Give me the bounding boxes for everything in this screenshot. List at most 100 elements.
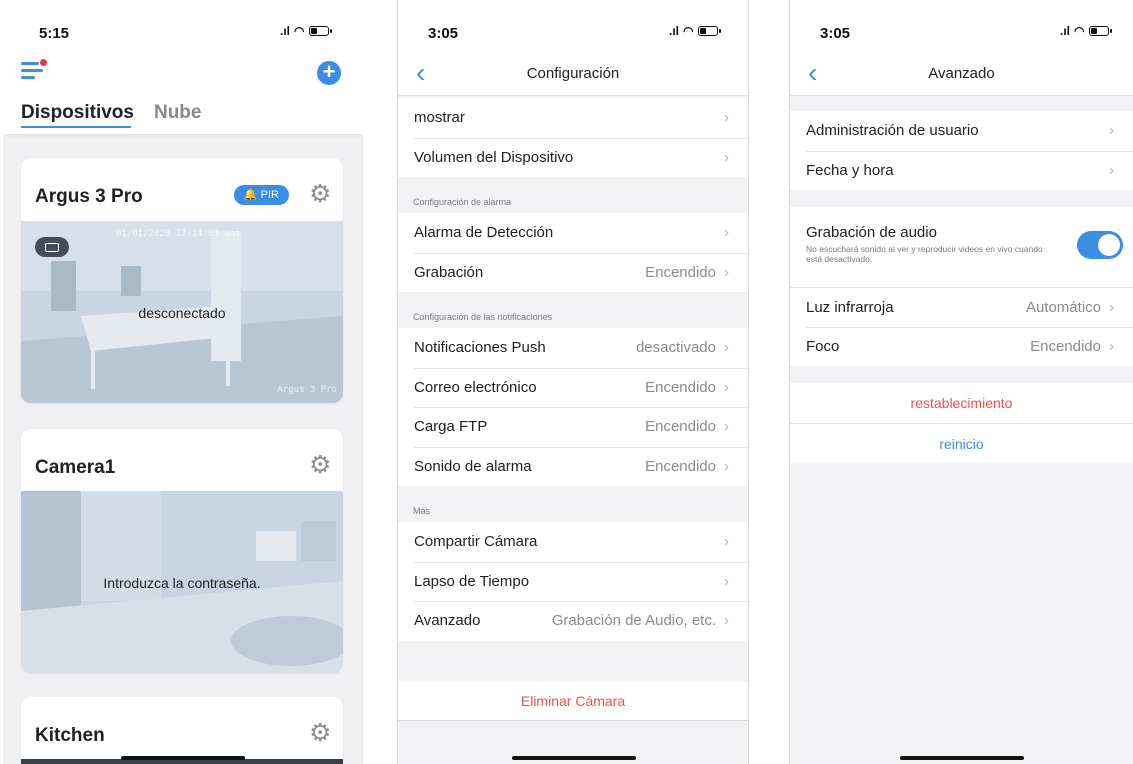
- status-time: 5:15: [39, 25, 70, 42]
- status-icons: .ıl ◠: [280, 24, 332, 38]
- gear-icon[interactable]: ⚙: [309, 182, 331, 207]
- signal-icon: .ıl: [280, 24, 291, 38]
- device-tabs: Dispositivos Nube: [21, 102, 201, 124]
- row-label: Fecha y hora: [806, 161, 894, 179]
- row-label: Carga FTP: [414, 418, 488, 436]
- advanced-screen: 3:05 .ıl ◠ ‹ Avanzado Administración de …: [789, 0, 1133, 764]
- status-icons: .ıl ◠: [1060, 24, 1112, 38]
- wifi-icon: ◠: [294, 24, 305, 38]
- row-label: Alarma de Detección: [414, 224, 554, 242]
- settings-row-share[interactable]: Compartir Cámara ›: [398, 522, 748, 562]
- settings-row-email[interactable]: Correo electrónico Encendido ›: [398, 367, 748, 407]
- chevron-right-icon: ›: [724, 224, 729, 242]
- settings-row-infrared[interactable]: Luz infrarroja Automático ›: [790, 287, 1133, 327]
- chevron-right-icon: ›: [724, 572, 729, 590]
- section-header-more: Más: [413, 506, 431, 516]
- settings-row-timelapse[interactable]: Lapso de Tiempo ›: [398, 561, 748, 601]
- row-label: Foco: [806, 337, 840, 355]
- chevron-right-icon: ›: [1109, 122, 1114, 140]
- nav-bar: ‹ Configuración: [398, 58, 748, 96]
- device-card[interactable]: Kitchen ⚙: [21, 697, 343, 764]
- nav-bar: ‹ Avanzado: [790, 58, 1133, 96]
- settings-row-spotlight[interactable]: Foco Encendido ›: [790, 326, 1133, 366]
- reset-button[interactable]: restablecimiento: [790, 383, 1133, 423]
- page-title: Configuración: [526, 65, 620, 82]
- settings-row-date-time[interactable]: Fecha y hora ›: [790, 150, 1133, 190]
- row-value: Encendido: [645, 378, 716, 396]
- settings-row-motion-alarm[interactable]: Alarma de Detección ›: [398, 213, 748, 253]
- battery-icon: [697, 26, 721, 36]
- settings-row-volume[interactable]: Volumen del Dispositivo ›: [398, 137, 748, 177]
- wifi-icon: ◠: [683, 24, 694, 38]
- reboot-button[interactable]: reinicio: [790, 423, 1133, 463]
- status-bar: 3:05 .ıl ◠: [398, 0, 748, 58]
- wifi-icon: ◠: [1074, 24, 1085, 38]
- chevron-right-icon: ›: [724, 148, 729, 166]
- device-name: Argus 3 Pro: [35, 186, 143, 207]
- chevron-right-icon: ›: [724, 109, 729, 127]
- chevron-right-icon: ›: [1109, 337, 1114, 355]
- status-bar: 5:15 .ıl ◠: [3, 0, 363, 58]
- battery-icon: [1088, 26, 1112, 36]
- row-label: Avanzado: [414, 612, 481, 630]
- chevron-right-icon: ›: [724, 339, 729, 357]
- password-required-text: Introduzca la contraseña.: [103, 575, 261, 591]
- gear-icon[interactable]: ⚙: [309, 721, 331, 746]
- settings-row-user-management[interactable]: Administración de usuario ›: [790, 111, 1133, 151]
- home-indicator[interactable]: [512, 756, 636, 760]
- row-label: Sonido de alarma: [414, 457, 532, 475]
- tab-nube[interactable]: Nube: [154, 102, 202, 124]
- settings-row-ftp[interactable]: Carga FTP Encendido ›: [398, 407, 748, 447]
- row-value: Encendido: [645, 457, 716, 475]
- row-label: Notificaciones Push: [414, 339, 546, 357]
- row-label: Lapso de Tiempo: [414, 572, 530, 590]
- signal-icon: .ıl: [1060, 24, 1071, 38]
- settings-row-advanced[interactable]: Avanzado Grabación de Audio, etc. ›: [398, 601, 748, 641]
- add-device-icon[interactable]: +: [317, 61, 341, 85]
- devices-screen: 5:15 .ıl ◠ + Dispositivos Nube Argus 3 P…: [3, 0, 363, 764]
- battery-icon: [308, 26, 332, 36]
- connection-status: desconectado: [138, 305, 226, 321]
- home-indicator[interactable]: [121, 756, 245, 760]
- settings-row-push[interactable]: Notificaciones Push desactivado ›: [398, 328, 748, 368]
- row-label: Luz infrarroja: [806, 298, 894, 316]
- chevron-right-icon: ›: [724, 263, 729, 281]
- audio-recording-label: Grabación de audio: [806, 224, 937, 241]
- advanced-list: Administración de usuario › Fecha y hora…: [790, 111, 1133, 463]
- menu-icon[interactable]: [21, 59, 47, 80]
- delete-camera-button[interactable]: Eliminar Cámara: [398, 680, 748, 721]
- gear-icon[interactable]: ⚙: [309, 453, 331, 478]
- page-title: Avanzado: [928, 65, 995, 82]
- device-card[interactable]: Camera1 ⚙ Introduzca la contraseña.: [21, 429, 343, 673]
- device-card[interactable]: Argus 3 Pro 🔔 PIR ⚙ 01/01/2020 17:14:03 …: [21, 158, 343, 403]
- pir-badge[interactable]: 🔔 PIR: [233, 185, 289, 205]
- row-label: Grabación: [414, 263, 484, 281]
- row-value: Encendido: [645, 418, 716, 436]
- row-label: mostrar: [414, 109, 465, 127]
- settings-row-display[interactable]: mostrar ›: [398, 98, 748, 138]
- status-bar: 3:05 .ıl ◠: [790, 0, 1133, 58]
- devices-header: 5:15 .ıl ◠ + Dispositivos Nube: [3, 0, 363, 134]
- battery-status-icon: [35, 237, 69, 257]
- home-indicator[interactable]: [900, 756, 1024, 760]
- chevron-right-icon: ›: [724, 457, 729, 475]
- settings-row-recording[interactable]: Grabación Encendido ›: [398, 252, 748, 292]
- row-label: Administración de usuario: [806, 122, 979, 140]
- device-name: Camera1: [35, 457, 116, 478]
- tab-dispositivos[interactable]: Dispositivos: [21, 102, 134, 124]
- audio-recording-toggle[interactable]: [1077, 231, 1123, 259]
- row-value: Grabación de Audio, etc.: [551, 612, 716, 630]
- device-name: Kitchen: [35, 725, 105, 746]
- chevron-right-icon: ›: [724, 418, 729, 436]
- audio-recording-row: Grabación de audio No escuchará sonido a…: [790, 207, 1133, 287]
- settings-screen: 3:05 .ıl ◠ ‹ Configuración mostrar › Vol…: [397, 0, 749, 764]
- status-time: 3:05: [428, 25, 459, 42]
- camera-preview[interactable]: 01/01/2020 17:14:03 Sat desconectado Arg…: [21, 221, 343, 403]
- settings-row-siren[interactable]: Sonido de alarma Encendido ›: [398, 446, 748, 486]
- chevron-right-icon: ›: [724, 378, 729, 396]
- status-time: 3:05: [820, 25, 851, 42]
- camera-preview[interactable]: Introduzca la contraseña.: [21, 491, 343, 673]
- chevron-right-icon: ›: [1109, 298, 1114, 316]
